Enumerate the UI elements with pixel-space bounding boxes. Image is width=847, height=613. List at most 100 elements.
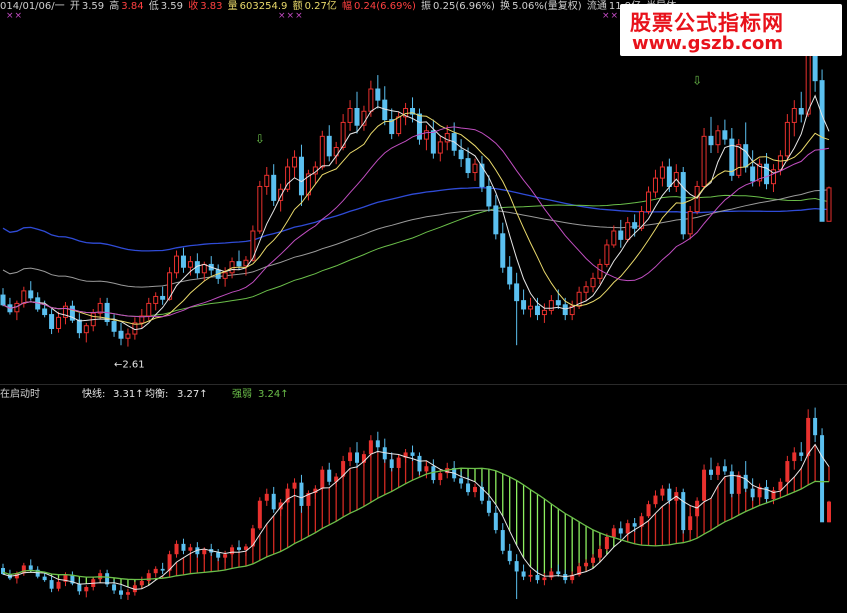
- osc-candle-body: [709, 469, 713, 475]
- osc-candle-body: [827, 501, 831, 523]
- candle-body: [750, 166, 756, 182]
- osc-candle-body: [188, 547, 193, 551]
- ma-green-line: [2, 194, 830, 317]
- fast-value: 3.31↑: [113, 389, 144, 400]
- candle-body: [729, 138, 735, 176]
- osc-candle-body: [702, 469, 707, 501]
- osc-candle-body: [688, 516, 693, 531]
- candle-body: [826, 187, 832, 222]
- candle-body: [493, 205, 499, 235]
- candle-body: [160, 295, 166, 300]
- osc-candle-body: [237, 547, 241, 550]
- candle-body: [76, 319, 82, 334]
- osc-candle-body: [125, 592, 130, 595]
- candle-body: [375, 88, 381, 101]
- candle-body: [743, 144, 749, 168]
- candle-body: [798, 108, 804, 115]
- osc-candle-body: [299, 482, 304, 506]
- candle-body: [736, 144, 742, 176]
- osc-candle-body: [257, 500, 262, 529]
- candle-body: [146, 302, 152, 317]
- osc-candle-body: [368, 440, 373, 455]
- osc-candle-body: [493, 512, 498, 531]
- osc-candle-body: [174, 543, 179, 555]
- watermark-url: www.gszb.com: [632, 33, 784, 54]
- osc-candle-body: [743, 474, 748, 489]
- candle-body: [111, 321, 117, 332]
- candle-body: [590, 277, 596, 288]
- candle-body: [500, 233, 506, 268]
- osc-candle-body: [112, 584, 117, 591]
- candle-body: [368, 88, 374, 112]
- candle-body: [528, 305, 534, 310]
- candle-body: [125, 333, 131, 339]
- osc-candle-body: [271, 493, 276, 510]
- candle-body: [236, 261, 242, 267]
- candle-body: [687, 211, 693, 235]
- osc-candle-body: [750, 488, 755, 498]
- candle-body: [354, 108, 360, 126]
- candle-body: [187, 261, 193, 268]
- candle-body: [486, 185, 492, 207]
- osc-candle-body: [584, 562, 589, 567]
- osc-candle-body: [292, 482, 297, 489]
- osc-candle-body: [216, 552, 221, 558]
- osc-candle-body: [396, 457, 401, 468]
- candle-body: [507, 266, 513, 285]
- candle-body: [479, 163, 485, 187]
- osc-candle-body: [528, 574, 533, 577]
- candle-body: [319, 135, 325, 168]
- candle-body: [430, 130, 436, 154]
- candle-body: [819, 80, 825, 222]
- osc-candle-body: [42, 576, 47, 581]
- balance-label: 均衡:: [145, 389, 169, 400]
- candle-body: [257, 185, 263, 232]
- fast-line: [2, 443, 830, 590]
- osc-candle-body: [153, 568, 158, 574]
- candle-body: [805, 52, 811, 115]
- candle-body: [243, 259, 249, 267]
- osc-candle-body: [223, 554, 228, 558]
- osc-candle-body: [77, 583, 82, 592]
- candle-body: [271, 174, 277, 201]
- candle-body: [646, 191, 652, 213]
- osc-candle-body: [785, 461, 790, 482]
- candle-body: [298, 156, 304, 196]
- osc-candle-body: [556, 571, 561, 575]
- candle-body: [583, 286, 589, 293]
- fast-label: 快线:: [82, 389, 106, 400]
- osc-candle-body: [722, 466, 727, 472]
- candle-body: [659, 166, 665, 179]
- candle-body: [764, 163, 770, 185]
- pane-divider: [0, 384, 847, 385]
- osc-candle-body: [424, 466, 429, 472]
- osc-candle-body: [49, 580, 54, 589]
- candle-body: [472, 163, 478, 174]
- candle-body: [174, 255, 180, 274]
- candle-body: [541, 309, 547, 316]
- candle-body: [423, 130, 429, 140]
- osc-candle-body: [417, 455, 422, 472]
- low-marker-label: ←2.61: [114, 360, 145, 371]
- osc-candle-body: [799, 452, 804, 456]
- osc-candle-body: [466, 483, 471, 493]
- candle-body: [715, 130, 721, 146]
- candle-body: [604, 244, 610, 265]
- candle-body: [784, 121, 790, 157]
- osc-candle-body: [181, 543, 186, 551]
- candle-body: [548, 300, 554, 311]
- osc-candle-body: [459, 478, 464, 484]
- osc-candle-body: [542, 577, 547, 581]
- candle-body: [611, 230, 617, 246]
- osc-candle-body: [715, 466, 720, 475]
- osc-candle-body: [667, 488, 672, 501]
- osc-candle-body: [646, 504, 651, 517]
- osc-candle-body: [820, 435, 825, 523]
- osc-candle-body: [792, 452, 797, 462]
- osc-candle-body: [375, 440, 380, 448]
- candle-body: [701, 135, 707, 187]
- osc-candle-body: [521, 571, 526, 577]
- candle-body: [56, 316, 62, 329]
- osc-candle-body: [660, 488, 665, 496]
- osc-candle-body: [264, 493, 269, 501]
